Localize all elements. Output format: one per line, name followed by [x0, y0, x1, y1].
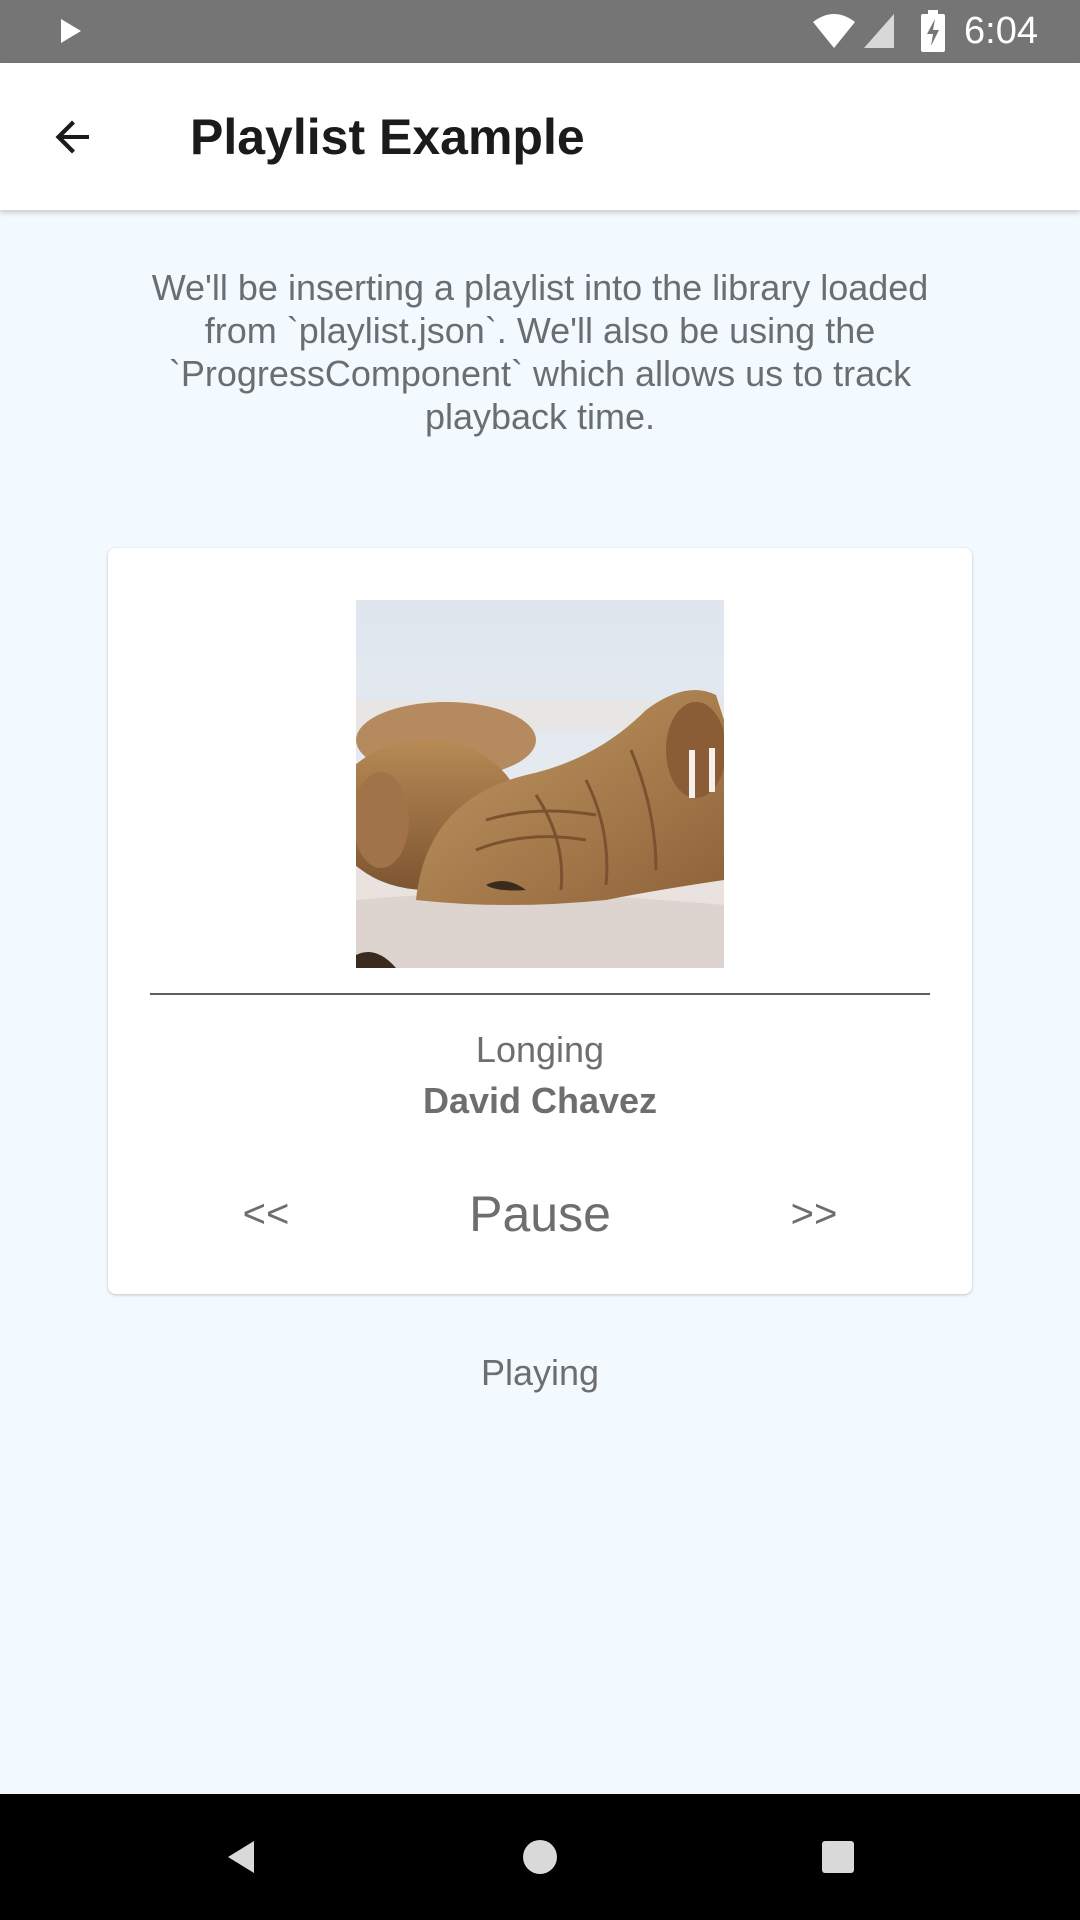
nav-home-icon: [523, 1840, 557, 1874]
battery-charging-icon: [921, 10, 945, 52]
player-card: Longing David Chavez << Pause >>: [108, 548, 972, 1294]
back-button[interactable]: [30, 105, 116, 169]
wifi-icon: [813, 14, 855, 48]
page-title: Playlist Example: [190, 109, 585, 165]
next-button[interactable]: >>: [766, 1176, 862, 1252]
track-title: Longing: [475, 1029, 605, 1070]
status-bar: 6:04: [0, 0, 1080, 63]
description-text: We'll be inserting a playlist into the l…: [151, 267, 929, 437]
playback-status: Playing: [480, 1352, 600, 1393]
screen: 6:04 Playlist Example We'll be inserting…: [0, 0, 1080, 1920]
system-nav-bar: [0, 1794, 1080, 1920]
app-bar: Playlist Example: [0, 63, 1080, 210]
status-clock: 6:04: [964, 10, 1038, 52]
pause-button[interactable]: Pause: [430, 1176, 650, 1252]
previous-button[interactable]: <<: [218, 1176, 314, 1252]
play-icon: [61, 19, 81, 43]
nav-recents-icon: [822, 1841, 854, 1873]
album-artwork: [356, 600, 724, 968]
progress-bar[interactable]: [150, 993, 930, 995]
nav-recents-button[interactable]: [798, 1824, 878, 1890]
nav-back-button[interactable]: [202, 1824, 282, 1890]
signal-icon: [864, 14, 894, 48]
track-artist: David Chavez: [422, 1080, 658, 1121]
nav-home-button[interactable]: [500, 1824, 580, 1890]
arrow-back-icon: [55, 120, 89, 154]
nav-back-icon: [228, 1841, 254, 1873]
